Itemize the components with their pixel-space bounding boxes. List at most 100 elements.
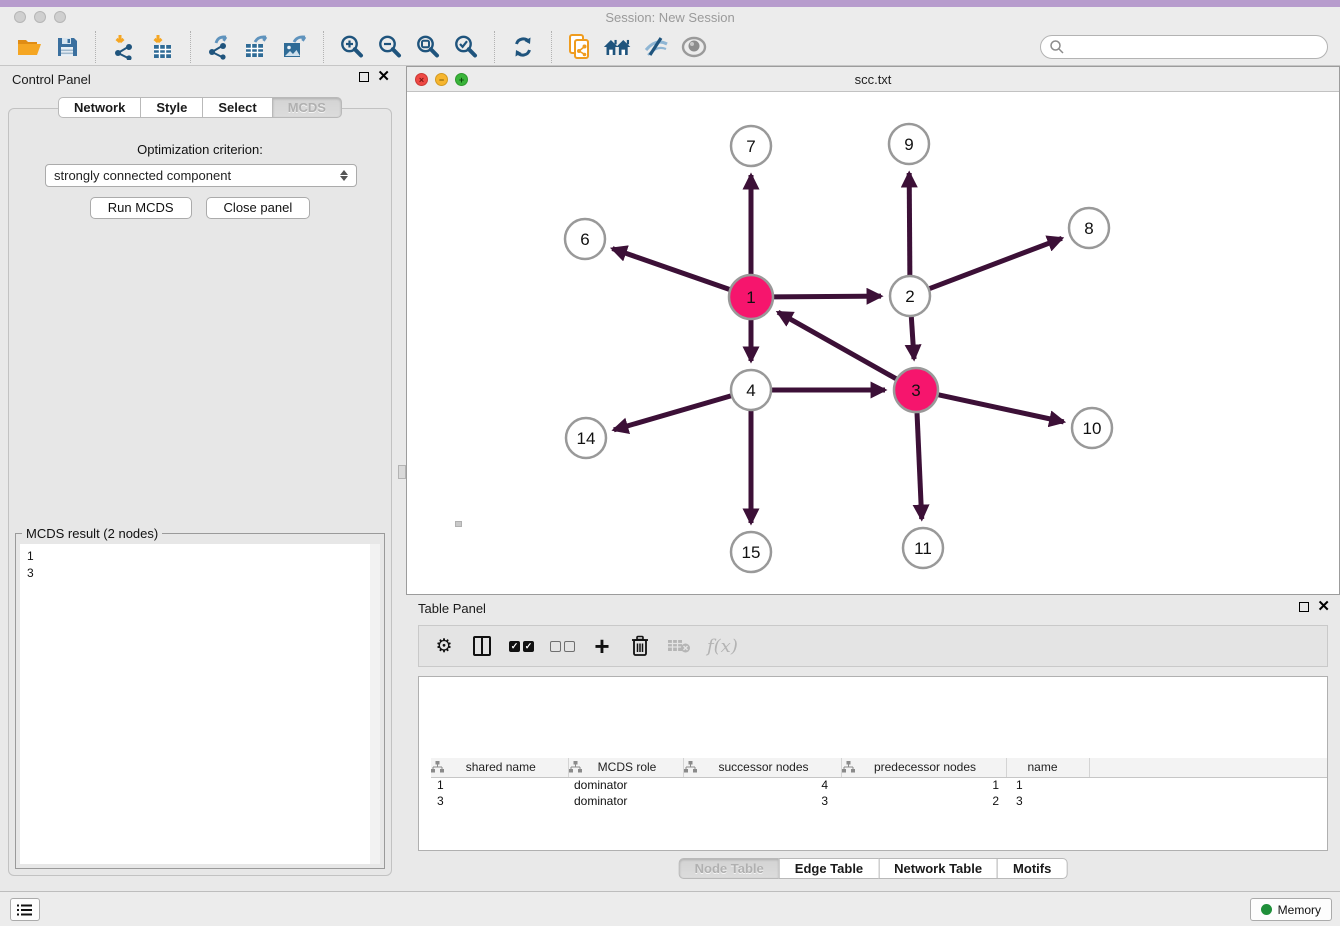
table-cell[interactable]: 1 <box>431 777 568 793</box>
memory-status-icon <box>1261 904 1272 915</box>
open-file-icon[interactable] <box>14 32 44 62</box>
splitpane-divider-handle[interactable] <box>398 465 406 479</box>
table-tab-motifs[interactable]: Motifs <box>997 858 1067 879</box>
memory-label: Memory <box>1278 903 1321 917</box>
tab-mcds[interactable]: MCDS <box>272 97 342 118</box>
save-session-icon[interactable] <box>52 32 82 62</box>
tab-network[interactable]: Network <box>58 97 141 118</box>
search-input[interactable] <box>1040 35 1328 59</box>
graph-node-4[interactable]: 4 <box>731 370 771 410</box>
show-details-icon[interactable] <box>679 32 709 62</box>
mcds-result-textarea[interactable]: 1 3 <box>20 544 380 864</box>
titlebar: Session: New Session <box>0 7 1340 28</box>
tab-select[interactable]: Select <box>202 97 272 118</box>
graph-edge-2-9[interactable] <box>909 173 910 275</box>
mcds-result-scrollbar[interactable] <box>370 544 380 864</box>
first-neighbors-icon[interactable] <box>565 32 595 62</box>
import-network-icon[interactable] <box>109 32 139 62</box>
network-canvas[interactable]: 7 9 6 8 1 2 4 3 14 10 15 11 <box>407 92 1339 594</box>
toolbar-separator <box>323 31 324 63</box>
column-header-name[interactable]: name <box>1006 758 1089 777</box>
graph-edge-1-6[interactable] <box>612 249 729 290</box>
refresh-layout-icon[interactable] <box>508 32 538 62</box>
table-tab-network-table[interactable]: Network Table <box>878 858 998 879</box>
graph-node-2[interactable]: 2 <box>890 276 930 316</box>
graph-node-label: 14 <box>577 429 596 448</box>
run-mcds-button[interactable]: Run MCDS <box>90 197 192 219</box>
zoom-selected-icon[interactable] <box>451 32 481 62</box>
table-tab-node-table[interactable]: Node Table <box>679 858 780 879</box>
graph-edge-4-14[interactable] <box>614 396 731 430</box>
float-panel-icon[interactable] <box>359 72 369 82</box>
export-network-icon[interactable] <box>204 32 234 62</box>
graph-edge-3-1[interactable] <box>778 312 896 378</box>
graph-node-10[interactable]: 10 <box>1072 408 1112 448</box>
close-panel-button[interactable]: Close panel <box>206 197 311 219</box>
table-cell[interactable]: 3 <box>431 793 568 809</box>
column-header-shared-name[interactable]: shared name <box>431 758 568 777</box>
table-cell[interactable]: 1 <box>841 777 1006 793</box>
graph-node-14[interactable]: 14 <box>566 418 606 458</box>
graph-node-11[interactable]: 11 <box>903 528 943 568</box>
control-panel-title: Control Panel <box>12 72 91 87</box>
column-visibility-icon[interactable] <box>471 633 493 659</box>
zoom-in-icon[interactable] <box>337 32 367 62</box>
table-cell[interactable]: 3 <box>683 793 841 809</box>
add-column-icon[interactable]: + <box>591 633 613 659</box>
home-icon[interactable] <box>603 32 633 62</box>
graph-node-7[interactable]: 7 <box>731 126 771 166</box>
table-tab-edge-table[interactable]: Edge Table <box>779 858 879 879</box>
tab-style[interactable]: Style <box>140 97 203 118</box>
deselect-all-icon[interactable] <box>550 633 575 659</box>
graph-node-label: 11 <box>914 539 932 558</box>
select-chevrons-icon <box>340 170 348 181</box>
graph-edge-3-10[interactable] <box>938 395 1063 422</box>
graph-node-15[interactable]: 15 <box>731 532 771 572</box>
zoom-fit-icon[interactable] <box>413 32 443 62</box>
table-settings-gear-icon[interactable]: ⚙ <box>433 633 455 659</box>
table-cell[interactable]: 4 <box>683 777 841 793</box>
column-header-MCDS-role[interactable]: MCDS role <box>568 758 683 777</box>
list-icon <box>17 903 33 917</box>
delete-column-icon[interactable] <box>629 633 651 659</box>
graph-node-8[interactable]: 8 <box>1069 208 1109 248</box>
table-cell[interactable]: 2 <box>841 793 1006 809</box>
import-table-icon[interactable] <box>147 32 177 62</box>
select-all-icon[interactable]: ✓✓ <box>509 633 534 659</box>
graph-node-9[interactable]: 9 <box>889 124 929 164</box>
close-table-panel-icon[interactable]: ✕ <box>1317 601 1330 613</box>
hide-details-icon[interactable] <box>641 32 671 62</box>
task-history-button[interactable] <box>10 898 40 921</box>
horizontal-split-handle[interactable] <box>455 521 462 527</box>
export-image-icon[interactable] <box>280 32 310 62</box>
table-row[interactable]: 1dominator411 <box>431 777 1328 793</box>
close-panel-icon[interactable]: ✕ <box>377 71 390 83</box>
float-table-panel-icon[interactable] <box>1299 602 1309 612</box>
graph-node-label: 6 <box>580 230 589 249</box>
search-icon <box>1049 39 1065 55</box>
column-header-successor-nodes[interactable]: successor nodes <box>683 758 841 777</box>
memory-button[interactable]: Memory <box>1250 898 1332 921</box>
toolbar-separator <box>551 31 552 63</box>
graph-edge-2-8[interactable] <box>930 238 1062 288</box>
column-grouping-icon <box>842 761 855 773</box>
window-top-accent <box>0 0 1340 7</box>
column-header-predecessor-nodes[interactable]: predecessor nodes <box>841 758 1006 777</box>
toolbar-separator <box>494 31 495 63</box>
optimization-criterion-select[interactable]: strongly connected component <box>45 164 357 187</box>
table-cell[interactable]: 3 <box>1006 793 1089 809</box>
graph-node-label: 7 <box>746 137 755 156</box>
table-cell[interactable]: dominator <box>568 793 683 809</box>
graph-node-1[interactable]: 1 <box>729 275 773 319</box>
graph-edge-1-2[interactable] <box>774 296 881 297</box>
graph-node-3[interactable]: 3 <box>894 368 938 412</box>
graph-node-6[interactable]: 6 <box>565 219 605 259</box>
table-row[interactable]: 3dominator323 <box>431 793 1328 809</box>
mcds-tab-content: Optimization criterion: strongly connect… <box>8 108 392 876</box>
table-cell[interactable]: dominator <box>568 777 683 793</box>
graph-edge-3-11[interactable] <box>917 413 922 519</box>
export-table-icon[interactable] <box>242 32 272 62</box>
zoom-out-icon[interactable] <box>375 32 405 62</box>
table-cell[interactable]: 1 <box>1006 777 1089 793</box>
graph-edge-2-3[interactable] <box>911 317 914 359</box>
